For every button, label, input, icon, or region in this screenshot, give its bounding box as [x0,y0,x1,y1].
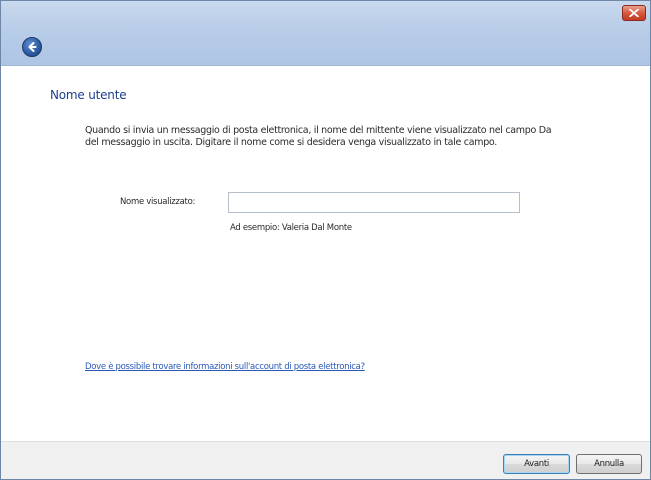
display-name-example: Ad esempio: Valeria Dal Monte [230,223,352,233]
wizard-content: Nome utente Quando si invia un messaggio… [1,66,650,441]
title-bar [1,1,650,66]
close-button[interactable] [622,5,646,21]
page-title: Nome utente [50,88,127,102]
back-arrow-icon [28,42,37,52]
cancel-button[interactable]: Annulla [576,454,642,474]
close-icon [629,9,639,17]
button-bar: Avanti Annulla [1,441,650,479]
display-name-label: Nome visualizzato: [120,197,196,207]
display-name-field[interactable] [228,192,520,213]
back-button[interactable] [22,37,42,57]
next-button[interactable]: Avanti [503,454,570,474]
instructions-text: Quando si invia un messaggio di posta el… [85,125,552,148]
account-info-help-link[interactable]: Dove è possibile trovare informazioni su… [85,362,365,372]
wizard-window: Nome utente Quando si invia un messaggio… [0,0,651,480]
